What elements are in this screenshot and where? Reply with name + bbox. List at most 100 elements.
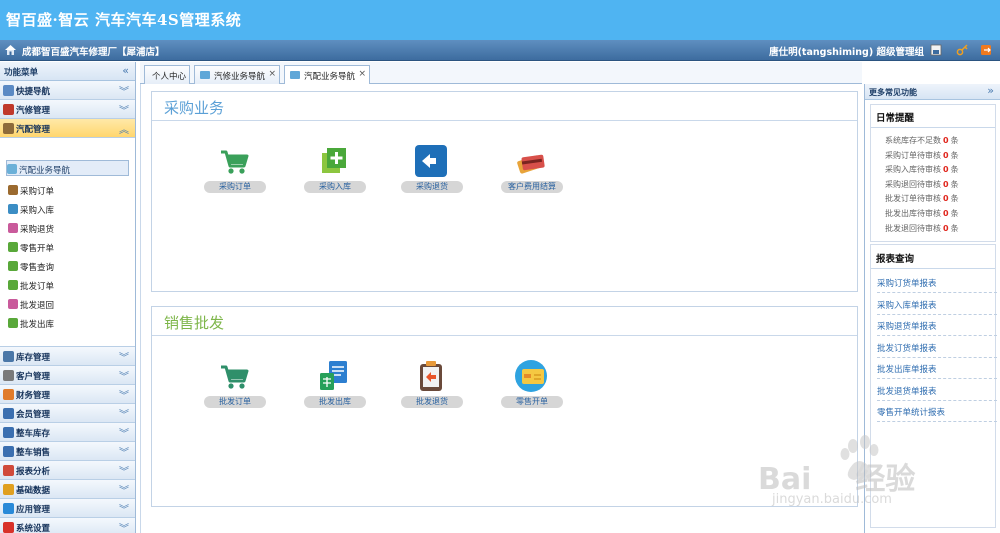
sidebar: 功能菜单 « 快捷导航 ︾ 汽修管理 ︾ 汽配管理 ︽ 汽配业务导航 采购订单 采购入库 采购退… — [0, 62, 136, 533]
chevron-down-icon[interactable]: ︾ — [119, 482, 129, 497]
retail-billing-button[interactable]: 零售开单 — [499, 359, 565, 417]
report-link[interactable]: 零售开单统计报表 — [877, 406, 997, 422]
reminder-unit: 条 — [950, 150, 959, 160]
sidebar-group-warehouse[interactable]: 库存管理 ︾ — [0, 347, 135, 366]
chevron-down-icon[interactable]: ︾ — [119, 520, 129, 533]
chevron-down-icon[interactable]: ︾ — [119, 102, 129, 117]
reminder-item[interactable]: 批发出库待审核 0 条 — [885, 208, 959, 219]
expand-icon[interactable]: » — [987, 84, 994, 97]
database-icon — [3, 484, 14, 495]
wholesale-order-button[interactable]: 批发订单 — [202, 359, 268, 417]
chevron-down-icon[interactable]: ︾ — [119, 463, 129, 478]
sidebar-group-settings[interactable]: 系统设置 ︾ — [0, 518, 135, 533]
sidebar-group-finance[interactable]: 财务管理 ︾ — [0, 385, 135, 404]
chevron-down-icon[interactable]: ︾ — [119, 83, 129, 98]
reminder-item[interactable]: 采购订单待审核 0 条 — [885, 150, 959, 161]
daily-reminders-title: 日常提醒 — [876, 113, 915, 124]
func-label: 采购退货 — [401, 181, 463, 193]
report-link[interactable]: 批发退货单报表 — [877, 385, 997, 401]
sidebar-subitem[interactable]: 汽配业务导航 — [6, 160, 129, 176]
customer-fee-settlement-button[interactable]: 客户费用结算 — [499, 144, 565, 202]
tab-label: 个人中心 — [152, 72, 187, 82]
return-arrow-icon — [415, 145, 447, 177]
sidebar-subitem-label: 采购入库 — [20, 206, 55, 216]
func-label: 采购订单 — [204, 181, 266, 193]
reports-title: 报表查询 — [876, 254, 915, 265]
reminder-item[interactable]: 系统库存不足数 0 条 — [885, 135, 959, 146]
report-link[interactable]: 采购入库单报表 — [877, 299, 997, 315]
sidebar-group-car-stock[interactable]: 整车库存 ︾ — [0, 423, 135, 442]
sales-panel: 销售批发 批发订单 批发出库 批发退货 零售开单 — [151, 306, 858, 507]
sidebar-subitem-label: 零售查询 — [20, 263, 55, 273]
sidebar-group-home-gear[interactable]: 快捷导航 ︾ — [0, 81, 135, 100]
sidebar-group-member[interactable]: 会员管理 ︾ — [0, 404, 135, 423]
cart-icon — [221, 150, 249, 174]
sidebar-subitem[interactable]: 批发退回 — [8, 296, 128, 312]
right-panel-header: 更多常见功能 » — [865, 84, 1000, 100]
sidebar-group-car-sale[interactable]: 整车销售 ︾ — [0, 442, 135, 461]
sidebar-group-label: 应用管理 — [16, 505, 51, 515]
tab-close-icon[interactable]: × — [358, 69, 366, 79]
key-icon[interactable] — [956, 44, 968, 56]
tab-close-icon[interactable]: × — [268, 69, 276, 79]
sidebar-collapse-icon[interactable]: « — [122, 64, 129, 77]
home-gear-icon — [3, 85, 14, 96]
sidebar-group-pie-chart[interactable]: 报表分析 ︾ — [0, 461, 135, 480]
reminder-item[interactable]: 批发退回待审核 0 条 — [885, 223, 959, 234]
sidebar-subitem[interactable]: 采购退货 — [8, 220, 128, 236]
chevron-down-icon[interactable]: ︾ — [119, 444, 129, 459]
report-link[interactable]: 批发订货单报表 — [877, 342, 997, 358]
wholesale-outbound-button[interactable]: 批发出库 — [302, 359, 368, 417]
chevron-down-icon[interactable]: ︾ — [119, 501, 129, 516]
sidebar-subitem[interactable]: 零售开单 — [8, 239, 128, 255]
return-icon — [8, 223, 18, 233]
sidebar-subitem[interactable]: 采购订单 — [8, 182, 128, 198]
tab-repair-nav[interactable]: 汽修业务导航 × — [194, 65, 280, 84]
settings-icon — [3, 522, 14, 533]
report-link[interactable]: 采购订货单报表 — [877, 277, 997, 293]
chevron-down-icon[interactable]: ︾ — [119, 387, 129, 402]
reminder-item[interactable]: 批发订单待审核 0 条 — [885, 193, 959, 204]
sidebar-group-customer[interactable]: 客户管理 ︾ — [0, 366, 135, 385]
chevron-up-icon[interactable]: ︽ — [119, 121, 129, 136]
reminder-item[interactable]: 采购入库待审核 0 条 — [885, 164, 959, 175]
sidebar-subitem[interactable]: 批发出库 — [8, 315, 128, 331]
purchase-inbound-button[interactable]: 采购入库 — [302, 144, 368, 202]
reminder-count: 0 — [943, 165, 949, 175]
tab-personal-center[interactable]: 个人中心 — [144, 65, 190, 84]
report-link[interactable]: 批发出库单报表 — [877, 363, 997, 379]
sidebar-group-label: 客户管理 — [16, 372, 51, 382]
sidebar-group-label: 基础数据 — [16, 486, 51, 496]
reminder-count: 0 — [943, 223, 949, 233]
reminder-label: 采购入库待审核 — [885, 165, 941, 175]
leaf-icon — [8, 261, 18, 271]
func-label: 批发退货 — [401, 396, 463, 408]
chevron-down-icon[interactable]: ︾ — [119, 349, 129, 364]
purchase-order-button[interactable]: 采购订单 — [202, 144, 268, 202]
wholesale-return-button[interactable]: 批发退货 — [399, 359, 465, 417]
sidebar-group-database[interactable]: 基础数据 ︾ — [0, 480, 135, 499]
return-icon — [8, 299, 18, 309]
clipboard-return-icon — [420, 361, 442, 391]
chevron-down-icon[interactable]: ︾ — [119, 425, 129, 440]
reminder-item[interactable]: 采购退回待审核 0 条 — [885, 179, 959, 190]
message-icon[interactable] — [930, 44, 942, 56]
sidebar-group-tools[interactable]: 汽修管理 ︾ — [0, 100, 135, 119]
tab-parts-nav[interactable]: 汽配业务导航 × — [284, 65, 370, 85]
sidebar-subitem[interactable]: 零售查询 — [8, 258, 128, 274]
tab-bar: 个人中心 汽修业务导航 × 汽配业务导航 × — [140, 62, 862, 85]
func-label: 客户费用结算 — [501, 181, 563, 193]
sidebar-subitem[interactable]: 批发订单 — [8, 277, 128, 293]
sidebar-subitem-label: 汽配业务导航 — [19, 166, 71, 176]
car-stock-icon — [3, 427, 14, 438]
sidebar-group-app[interactable]: 应用管理 ︾ — [0, 499, 135, 518]
home-icon[interactable] — [4, 44, 17, 56]
report-link[interactable]: 采购退货单报表 — [877, 320, 997, 336]
chevron-down-icon[interactable]: ︾ — [119, 368, 129, 383]
reminder-unit: 条 — [950, 194, 959, 204]
chevron-down-icon[interactable]: ︾ — [119, 406, 129, 421]
logout-icon[interactable] — [980, 44, 992, 56]
sidebar-group-parts[interactable]: 汽配管理 ︽ — [0, 119, 135, 138]
sidebar-subitem[interactable]: 采购入库 — [8, 201, 128, 217]
purchase-return-button[interactable]: 采购退货 — [399, 144, 465, 202]
